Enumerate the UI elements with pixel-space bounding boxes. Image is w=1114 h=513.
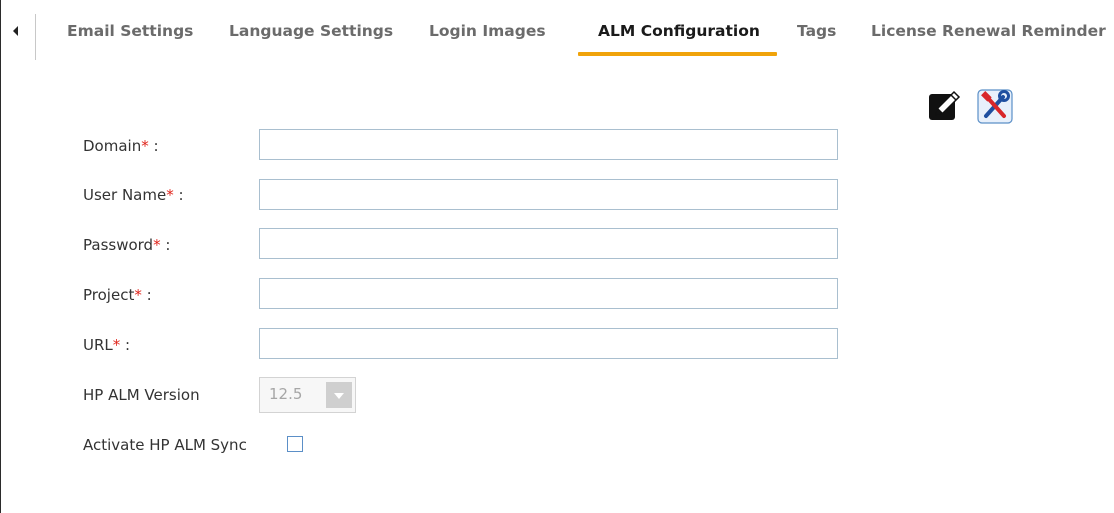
settings-panel: Email Settings Language Settings Login I…: [0, 0, 1114, 513]
tab-email-settings[interactable]: Email Settings: [67, 21, 193, 45]
tab-alm-configuration[interactable]: ALM Configuration: [598, 21, 760, 45]
required-asterisk: *: [166, 186, 174, 204]
tab-tags[interactable]: Tags: [797, 21, 836, 45]
hp-alm-version-label: HP ALM Version: [83, 386, 200, 404]
required-asterisk: *: [141, 137, 149, 155]
user-name-input[interactable]: [259, 179, 838, 210]
activate-hp-alm-sync-label: Activate HP ALM Sync: [83, 436, 247, 454]
tab-license-renewal-reminder[interactable]: License Renewal Reminder: [871, 21, 1106, 45]
hp-alm-version-select[interactable]: 12.5: [259, 377, 356, 413]
hp-alm-version-value: 12.5: [269, 385, 303, 403]
tools-icon[interactable]: [977, 88, 1013, 124]
domain-input[interactable]: [259, 129, 838, 160]
edit-pencil-icon[interactable]: [927, 88, 963, 124]
dropdown-button[interactable]: [326, 382, 352, 408]
activate-hp-alm-sync-checkbox[interactable]: [287, 436, 303, 452]
project-input[interactable]: [259, 278, 838, 309]
password-label: Password* :: [83, 236, 171, 254]
domain-label: Domain* :: [83, 137, 159, 155]
tab-bar: Email Settings Language Settings Login I…: [1, 0, 1114, 60]
url-label: URL* :: [83, 336, 131, 354]
required-asterisk: *: [134, 286, 142, 304]
chevron-down-icon: [334, 393, 344, 399]
password-input[interactable]: [259, 228, 838, 259]
user-name-label: User Name* :: [83, 186, 184, 204]
active-tab-indicator: [578, 52, 777, 56]
required-asterisk: *: [153, 236, 161, 254]
url-input[interactable]: [259, 328, 838, 359]
tab-login-images[interactable]: Login Images: [429, 21, 546, 45]
tab-language-settings[interactable]: Language Settings: [229, 21, 393, 45]
project-label: Project* :: [83, 286, 152, 304]
